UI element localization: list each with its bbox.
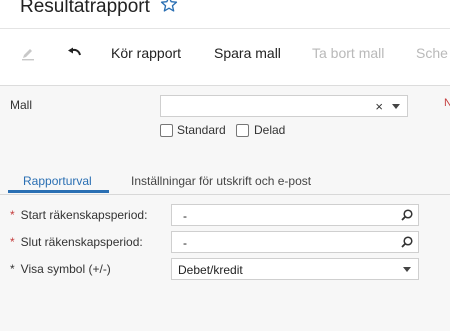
symbol-value: Debet/kredit bbox=[178, 263, 243, 277]
shared-checkbox[interactable] bbox=[236, 124, 249, 137]
standard-label: Standard bbox=[177, 123, 226, 137]
template-label: Mall bbox=[10, 98, 33, 112]
symbol-select[interactable]: Debet/kredit bbox=[171, 258, 419, 280]
required-note: N bbox=[444, 97, 450, 109]
template-select[interactable]: × bbox=[160, 95, 408, 117]
save-template-button[interactable]: Spara mall bbox=[214, 45, 281, 61]
delete-template-button[interactable]: Ta bort mall bbox=[312, 45, 384, 61]
toolbar: Kör rapport Spara mall Ta bort mall Sche bbox=[0, 29, 450, 86]
active-tab-indicator bbox=[8, 190, 109, 193]
page-title: Resultatrapport bbox=[20, 0, 150, 17]
start-period-input[interactable]: - bbox=[171, 204, 419, 226]
star-icon[interactable] bbox=[160, 0, 178, 13]
required-marker: * bbox=[10, 235, 15, 249]
tab-print-email-settings[interactable]: Inställningar för utskrift och e-post bbox=[131, 174, 311, 188]
end-period-value: - bbox=[183, 236, 187, 250]
tab-report-selection[interactable]: Rapporturval bbox=[23, 174, 92, 188]
end-period-label: * Slut räkenskapsperiod: bbox=[10, 235, 143, 249]
search-icon[interactable] bbox=[400, 208, 414, 222]
symbol-label: * Visa symbol (+/-) bbox=[10, 262, 111, 276]
chevron-down-icon[interactable] bbox=[392, 104, 400, 109]
required-marker: * bbox=[10, 262, 15, 276]
title-bar: Resultatrapport bbox=[0, 0, 450, 29]
chevron-down-icon[interactable] bbox=[403, 267, 411, 272]
end-period-input[interactable]: - bbox=[171, 231, 419, 253]
shared-label: Delad bbox=[254, 123, 286, 137]
report-panel: Mall × N Standard Delad Rapporturval Ins… bbox=[0, 86, 450, 331]
start-period-value: - bbox=[183, 209, 187, 223]
edit-icon[interactable] bbox=[20, 46, 36, 62]
clear-icon[interactable]: × bbox=[375, 99, 383, 114]
search-icon[interactable] bbox=[400, 235, 414, 249]
schedule-button[interactable]: Sche bbox=[416, 45, 448, 61]
run-report-button[interactable]: Kör rapport bbox=[111, 45, 181, 61]
start-period-label: * Start räkenskapsperiod: bbox=[10, 208, 148, 222]
required-marker: * bbox=[10, 208, 15, 222]
standard-checkbox[interactable] bbox=[160, 124, 173, 137]
undo-icon[interactable] bbox=[66, 46, 82, 62]
